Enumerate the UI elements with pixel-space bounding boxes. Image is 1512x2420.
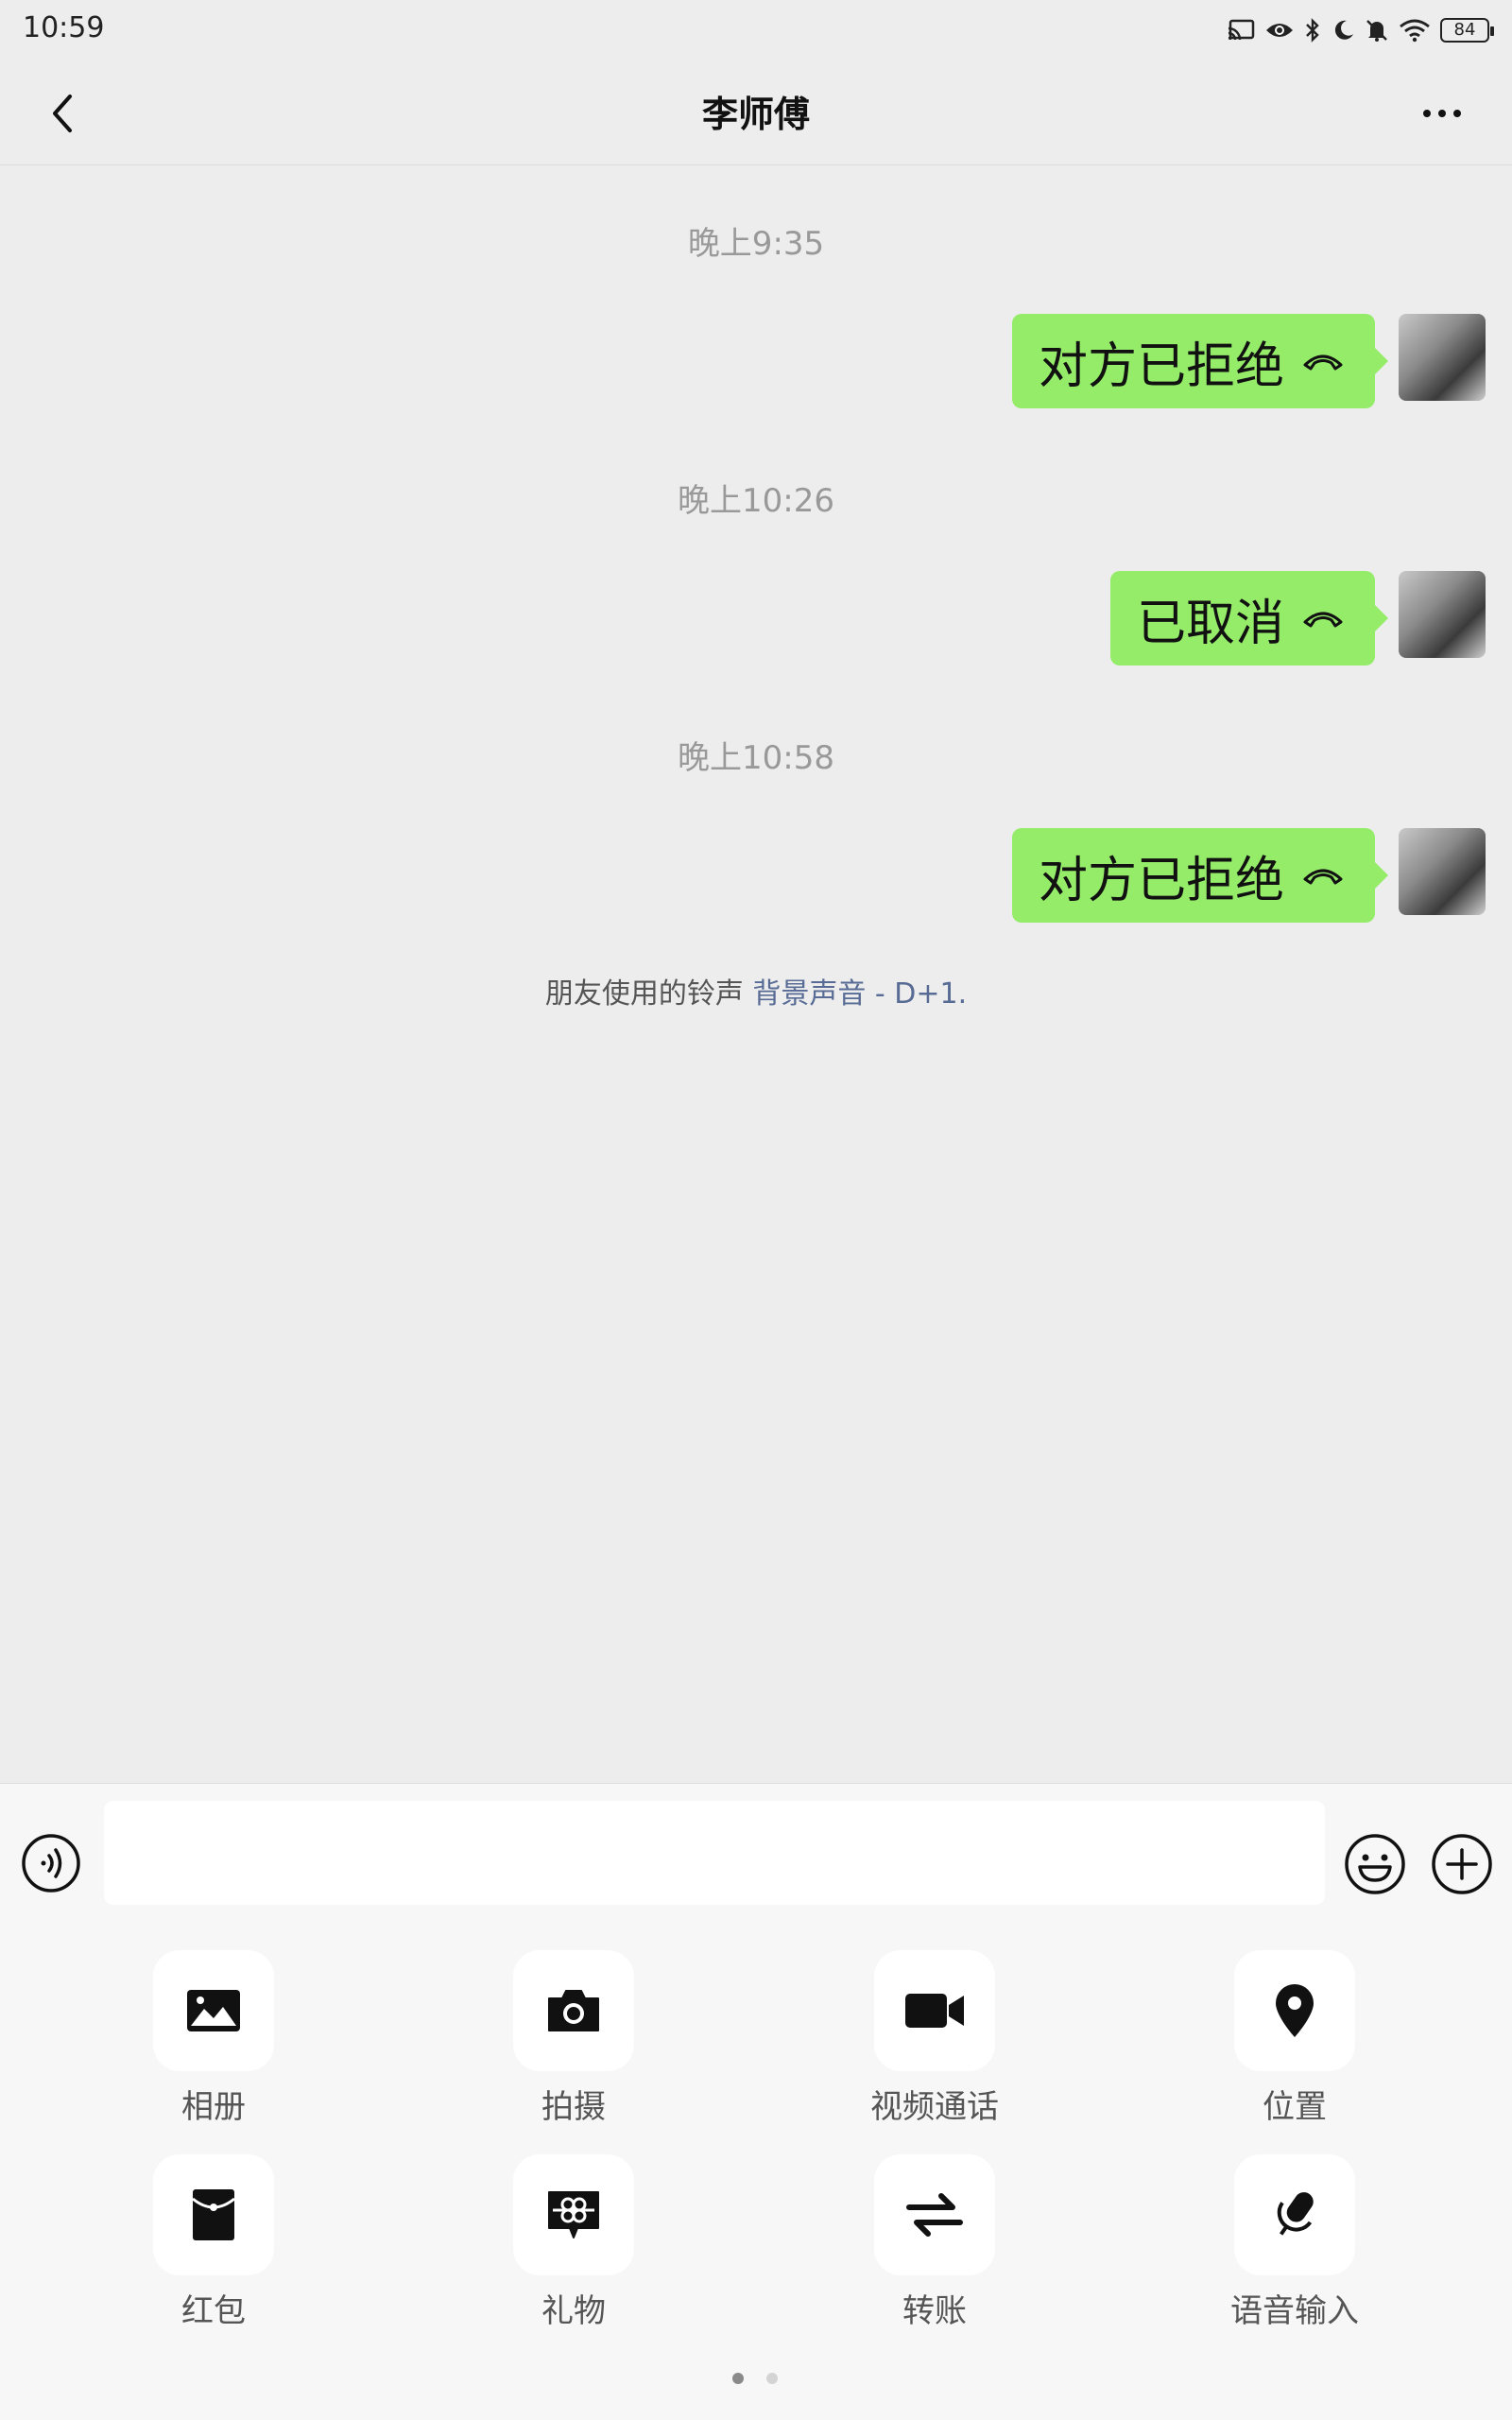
- call-status-bubble[interactable]: 已取消: [1109, 571, 1389, 666]
- mute-bell-icon: [1365, 18, 1389, 43]
- action-icon-box: [513, 2154, 634, 2275]
- action-label: 礼物: [541, 2292, 606, 2330]
- voice-toggle-button[interactable]: [21, 1833, 81, 1893]
- emoji-icon: [1345, 1834, 1405, 1894]
- video-camera-icon: [905, 1994, 964, 2028]
- action-label: 视频通话: [870, 2088, 999, 2126]
- action-transfer[interactable]: 转账: [755, 2130, 1114, 2330]
- voice-toggle-icon: [22, 1834, 80, 1893]
- plus-icon: [1432, 1834, 1492, 1894]
- action-icon-box: [1234, 2154, 1355, 2275]
- ringtone-link[interactable]: 背景声音 - D+1.: [752, 977, 967, 1011]
- action-red-packet[interactable]: 红包: [34, 2130, 393, 2330]
- action-gift[interactable]: 礼物: [394, 2130, 753, 2330]
- hangup-phone-icon: [1303, 869, 1343, 885]
- action-icon-box: [153, 2154, 274, 2275]
- bubble-text: 对方已拒绝: [1038, 337, 1284, 395]
- message-timestamp: 晚上9:35: [687, 225, 825, 263]
- microphone-icon: [1277, 2192, 1314, 2236]
- bluetooth-icon: [1304, 18, 1321, 43]
- action-label: 相册: [181, 2088, 246, 2126]
- message-timestamp: 晚上10:58: [678, 739, 834, 777]
- user-avatar[interactable]: [1399, 314, 1486, 401]
- image-icon: [187, 1990, 240, 2031]
- gift-icon: [548, 2191, 599, 2238]
- action-label: 拍摄: [541, 2088, 606, 2126]
- transfer-icon: [906, 2193, 963, 2237]
- action-video-call[interactable]: 视频通话: [755, 1926, 1114, 2126]
- call-status-bubble[interactable]: 对方已拒绝: [1011, 314, 1389, 408]
- action-icon-box: [1234, 1950, 1355, 2071]
- input-bar: [0, 1783, 1512, 1927]
- action-icon-box: [874, 2154, 995, 2275]
- location-pin-icon: [1276, 1984, 1314, 2037]
- action-voice-input[interactable]: 语音输入: [1115, 2130, 1474, 2330]
- action-album[interactable]: 相册: [34, 1926, 393, 2126]
- chat-header: 李师傅: [0, 60, 1512, 165]
- chat-title: 李师傅: [701, 94, 810, 135]
- hangup-phone-icon: [1303, 612, 1343, 628]
- page-indicator-active[interactable]: [732, 2373, 744, 2384]
- action-label: 转账: [902, 2292, 967, 2330]
- moon-icon: [1331, 18, 1355, 43]
- action-label: 语音输入: [1230, 2292, 1359, 2330]
- red-packet-icon: [192, 2189, 235, 2240]
- action-label: 位置: [1263, 2088, 1327, 2126]
- status-icons: 84: [1227, 13, 1494, 47]
- user-avatar[interactable]: [1399, 828, 1486, 915]
- plus-button[interactable]: [1431, 1833, 1493, 1895]
- action-location[interactable]: 位置: [1115, 1926, 1474, 2126]
- eye-icon: [1264, 19, 1295, 42]
- action-label: 红包: [181, 2292, 246, 2330]
- status-bar: 10:59 84: [0, 0, 1512, 60]
- emoji-button[interactable]: [1344, 1833, 1406, 1895]
- camera-icon: [548, 1990, 599, 2031]
- page-indicator[interactable]: [766, 2373, 778, 2384]
- message-input[interactable]: [104, 1801, 1325, 1905]
- action-panel: 相册 拍摄 视频通话 位置 红包 礼物 转账 语音输入: [0, 1926, 1512, 2420]
- bubble-text: 对方已拒绝: [1038, 852, 1284, 909]
- wifi-icon: [1399, 18, 1431, 43]
- more-dots-icon: [1423, 110, 1461, 117]
- ringtone-note: 朋友使用的铃声 背景声音 - D+1.: [0, 970, 1512, 1011]
- action-camera[interactable]: 拍摄: [394, 1926, 753, 2126]
- action-icon-box: [874, 1950, 995, 2071]
- more-button[interactable]: [1410, 87, 1474, 140]
- ringtone-prefix: 朋友使用的铃声: [544, 977, 744, 1011]
- status-time: 10:59: [23, 11, 105, 44]
- battery-icon: 84: [1440, 18, 1494, 43]
- message-timestamp: 晚上10:26: [678, 482, 834, 520]
- action-icon-box: [153, 1950, 274, 2071]
- call-status-bubble[interactable]: 对方已拒绝: [1011, 828, 1389, 923]
- cast-icon: [1227, 19, 1255, 42]
- bubble-text: 已取消: [1136, 595, 1284, 652]
- user-avatar[interactable]: [1399, 571, 1486, 658]
- hangup-phone-icon: [1303, 354, 1343, 371]
- action-icon-box: [513, 1950, 634, 2071]
